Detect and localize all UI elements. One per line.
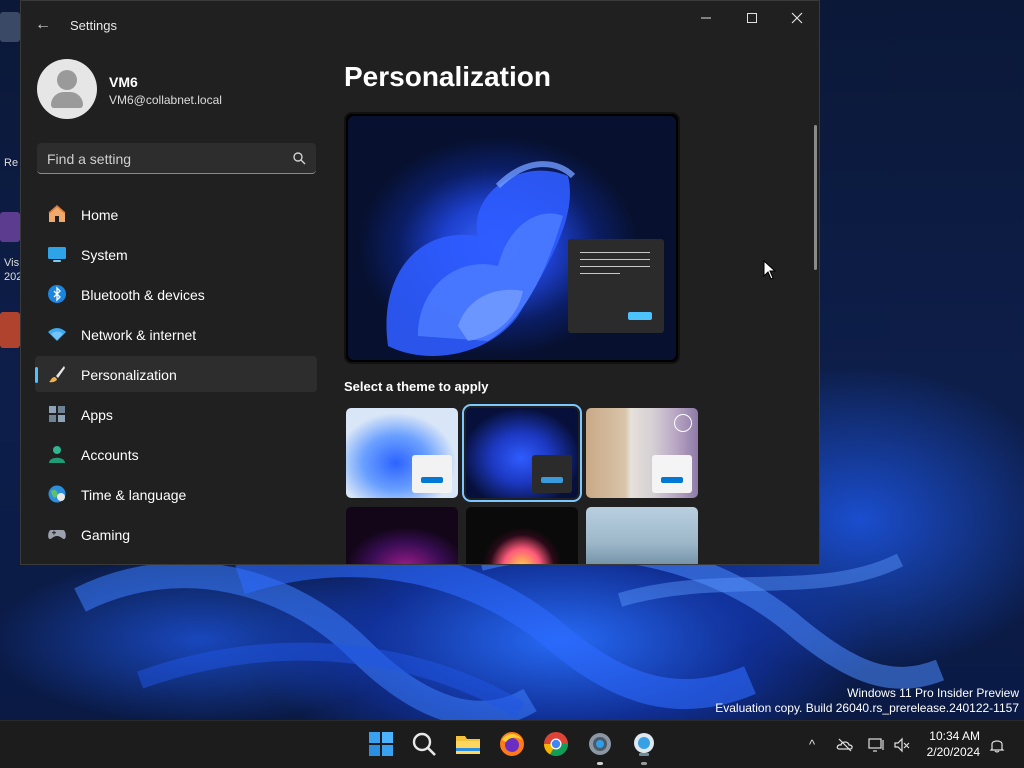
sidebar-item-label: System (81, 247, 128, 263)
theme-preview (344, 112, 680, 364)
network-app-icon[interactable] (630, 730, 658, 758)
sidebar-item-label: Gaming (81, 527, 131, 543)
close-button[interactable] (774, 7, 819, 31)
volume-muted-icon[interactable] (893, 736, 911, 754)
sidebar-item-label: Time & language (81, 487, 187, 503)
sidebar-item-personalization[interactable]: Personalization (35, 356, 317, 392)
apps-icon (49, 406, 65, 422)
sidebar-item-label: Apps (81, 407, 113, 423)
theme-accent-swatch (541, 477, 563, 483)
onedrive-offline-icon[interactable] (836, 736, 854, 754)
sidebar-item-network[interactable]: Network & internet (35, 316, 317, 352)
desktop-shortcut-icon[interactable] (0, 12, 20, 42)
desktop-shortcut-label: Vis (4, 257, 20, 269)
theme-tile-windows-dark[interactable] (462, 404, 582, 502)
back-button[interactable]: ← (33, 15, 53, 35)
preview-text-line (580, 252, 650, 253)
desktop-shortcut-label: Re (4, 157, 19, 169)
sidebar-item-accounts[interactable]: Accounts (35, 436, 317, 472)
profile-email: VM6@collabnet.local (109, 93, 222, 107)
search-icon[interactable] (410, 730, 438, 758)
brush-icon (49, 366, 65, 383)
settings-window: ← Settings VM6 VM6@collabnet.local Find … (20, 0, 820, 565)
sidebar-item-label: Home (81, 207, 119, 223)
home-icon (48, 205, 66, 222)
title-bar[interactable]: ← Settings (21, 1, 819, 49)
avatar-head (57, 70, 77, 90)
search-placeholder: Find a setting (47, 151, 132, 167)
theme-tile-windows-light[interactable] (346, 408, 458, 498)
preview-text-line (580, 266, 650, 267)
accounts-icon (49, 446, 65, 463)
globe-icon (48, 485, 66, 503)
sidebar-item-home[interactable]: Home (35, 196, 317, 232)
gamepad-icon (48, 530, 66, 539)
theme-mini-window (652, 455, 692, 493)
running-indicator (597, 762, 603, 765)
sidebar-item-label: Network & internet (81, 327, 197, 343)
mouse-pointer-icon (763, 260, 777, 280)
theme-mini-window (532, 455, 572, 493)
clock-date[interactable]: 2/20/2024 (927, 745, 980, 759)
taskbar: ^ 10:34 AM 2/20/2024 (0, 720, 1024, 768)
sidebar-nav: Home System Bluetooth & devices Network … (35, 196, 317, 556)
preview-text-line (580, 273, 620, 274)
sidebar-item-gaming[interactable]: Gaming (35, 516, 317, 552)
search-icon (293, 152, 306, 165)
theme-tile-flowers[interactable] (586, 408, 698, 498)
sidebar-item-label: Personalization (81, 367, 177, 383)
maximize-icon (747, 13, 757, 23)
preview-text-line (580, 259, 650, 260)
clock-time[interactable]: 10:34 AM (929, 729, 980, 743)
sidebar-item-label: Bluetooth & devices (81, 287, 205, 303)
sidebar-item-time-language[interactable]: Time & language (35, 476, 317, 512)
selection-indicator (35, 367, 38, 383)
watermark-build: Evaluation copy. Build 26040.rs_prerelea… (715, 701, 1019, 715)
theme-mini-window (412, 455, 452, 493)
running-indicator (641, 762, 647, 765)
notification-bell-icon[interactable] (988, 736, 1006, 754)
watermark-edition: Windows 11 Pro Insider Preview (847, 686, 1019, 700)
file-explorer-icon[interactable] (454, 730, 482, 758)
sidebar-item-system[interactable]: System (35, 236, 317, 272)
sidebar-item-bluetooth[interactable]: Bluetooth & devices (35, 276, 317, 312)
settings-icon[interactable] (586, 730, 614, 758)
preview-window-mock (568, 239, 664, 333)
avatar[interactable] (37, 59, 97, 119)
maximize-button[interactable] (729, 7, 775, 31)
network-icon[interactable] (867, 736, 885, 754)
minimize-button[interactable] (683, 7, 729, 31)
sidebar-item-label: Accounts (81, 447, 139, 463)
theme-tile-sunrise[interactable] (586, 507, 698, 564)
start-icon[interactable] (367, 730, 395, 758)
bluetooth-icon (48, 285, 66, 303)
profile-name: VM6 (109, 74, 138, 90)
theme-accent-swatch (421, 477, 443, 483)
minimize-icon (701, 17, 711, 19)
page-title: Personalization (344, 61, 551, 92)
themes-section-label: Select a theme to apply (344, 379, 489, 394)
preview-accent-button (628, 312, 652, 320)
theme-tile-glow[interactable] (346, 507, 458, 564)
chevron-up-icon[interactable]: ^ (803, 736, 821, 754)
wifi-icon (48, 328, 66, 341)
avatar-shoulders (51, 92, 83, 108)
build-watermark: Windows 11 Pro Insider Preview Evaluatio… (715, 686, 1019, 716)
chrome-icon[interactable] (542, 730, 570, 758)
close-icon (791, 12, 803, 24)
firefox-icon[interactable] (498, 730, 526, 758)
visual-studio-shortcut-icon[interactable] (0, 212, 20, 242)
system-icon (48, 247, 66, 262)
theme-accent-swatch (661, 477, 683, 483)
sidebar-item-apps[interactable]: Apps (35, 396, 317, 432)
app-title: Settings (70, 18, 117, 33)
slideshow-badge-icon (674, 414, 692, 432)
search-input[interactable]: Find a setting (37, 143, 316, 174)
theme-tile-captured-motion[interactable] (466, 507, 578, 564)
desktop-shortcut-icon[interactable] (0, 312, 20, 348)
content-scrollbar[interactable] (814, 125, 817, 270)
